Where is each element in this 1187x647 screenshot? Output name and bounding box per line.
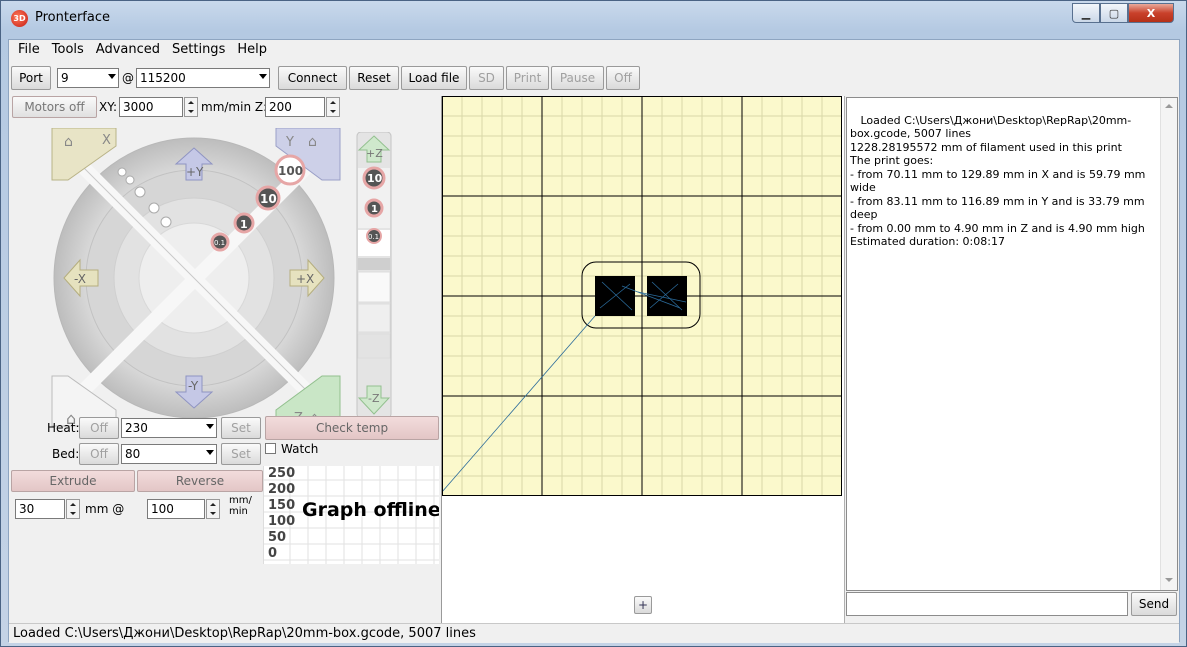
temp-graph: 250 200 150 100 50 0 Graph offline	[263, 466, 439, 564]
z-step-01-label: 0.1	[368, 233, 379, 241]
port-button[interactable]: Port	[11, 66, 51, 90]
graph-tick-50: 50	[268, 530, 287, 545]
z-jog-control[interactable]: +Z 10 1 0.1 -Z	[349, 132, 399, 420]
print-button[interactable]: Print	[506, 66, 549, 90]
graph-tick-100: 100	[268, 514, 296, 529]
connect-button[interactable]: Connect	[278, 66, 347, 90]
extrude-unit-top: mm/	[229, 495, 252, 506]
log-console[interactable]: Loaded C:\Users\Джони\Desktop\RepRap\20m…	[846, 97, 1178, 591]
extrude-unit-label: mm/min	[229, 495, 252, 517]
plate-panel: +	[441, 96, 845, 623]
xy-jog-control[interactable]: ⌂ X Y ⌂ ⌂ Z ⌂ +Y -Y -X +X 100 10 1 0.1	[44, 128, 349, 428]
graph-tick-0: 0	[268, 546, 278, 561]
send-button[interactable]: Send	[1131, 592, 1177, 616]
reset-button[interactable]: Reset	[349, 66, 399, 90]
home-icon: ⌂	[64, 134, 73, 150]
load-file-button[interactable]: Load file	[401, 66, 467, 90]
step-1-label: 1	[240, 218, 248, 231]
graph-offline-label: Graph offline	[302, 499, 439, 521]
minimize-button[interactable]: ▁	[1072, 3, 1100, 23]
minus-y-label: -Y	[188, 379, 199, 393]
title-bar[interactable]: 3D Pronterface ▁ ▢ X	[1, 1, 1186, 39]
reverse-button[interactable]: Reverse	[137, 470, 263, 492]
bed-off-button[interactable]: Off	[79, 443, 119, 465]
status-text: Loaded C:\Users\Джони\Desktop\RepRap\20m…	[13, 626, 476, 641]
maximize-button[interactable]: ▢	[1100, 3, 1128, 23]
bed-temp-select[interactable]: 80	[121, 444, 217, 464]
add-object-button[interactable]: +	[634, 596, 652, 614]
log-text: Loaded C:\Users\Джони\Desktop\RepRap\20m…	[850, 113, 1146, 249]
menu-settings[interactable]: Settings	[166, 40, 231, 61]
sd-button[interactable]: SD	[469, 66, 504, 90]
extrude-length-spinner[interactable]	[66, 499, 80, 519]
plus-x-label: +X	[296, 272, 314, 286]
home-x-label: X	[102, 133, 111, 148]
build-plate[interactable]	[442, 96, 842, 496]
minus-z-label: -Z	[368, 392, 380, 405]
plus-y-label: +Y	[186, 165, 204, 179]
command-input[interactable]	[846, 592, 1128, 616]
menu-advanced[interactable]: Advanced	[90, 40, 166, 61]
menu-bar: File Tools Advanced Settings Help	[9, 40, 1179, 61]
scroll-up-icon[interactable]	[1165, 104, 1173, 108]
heat-off-button[interactable]: Off	[79, 417, 119, 439]
extrude-speed-input[interactable]: 100	[147, 499, 220, 519]
z-step-10-label: 10	[367, 172, 383, 185]
motors-off-button[interactable]: Motors off	[12, 96, 97, 118]
z-feedrate-spinner[interactable]	[326, 97, 340, 117]
home-y-label: Y	[285, 135, 294, 150]
xy-feedrate-spinner[interactable]	[184, 97, 198, 117]
off-button[interactable]: Off	[606, 66, 640, 90]
client-area: File Tools Advanced Settings Help Port 9…	[8, 39, 1180, 643]
graph-tick-200: 200	[268, 482, 296, 497]
heat-temp-select[interactable]: 230	[121, 418, 217, 438]
graph-tick-150: 150	[268, 498, 296, 513]
xy-feed-label: XY:	[99, 100, 117, 114]
check-temp-button[interactable]: Check temp	[265, 416, 439, 440]
minus-x-label: -X	[74, 272, 86, 286]
menu-help[interactable]: Help	[231, 40, 273, 61]
extrude-speed-spinner[interactable]	[206, 499, 220, 519]
extrude-button[interactable]: Extrude	[11, 470, 135, 492]
scroll-down-icon[interactable]	[1165, 578, 1173, 582]
status-bar: Loaded C:\Users\Джони\Desktop\RepRap\20m…	[9, 623, 1179, 643]
watch-checkbox[interactable]	[265, 443, 276, 454]
baud-select[interactable]: 115200	[136, 68, 270, 88]
z-feedrate-input[interactable]: 200	[265, 97, 340, 117]
bed-label: Bed:	[52, 447, 80, 461]
menu-tools[interactable]: Tools	[46, 40, 90, 61]
pronterface-icon: 3D	[11, 10, 28, 27]
port-select[interactable]: 9	[57, 68, 119, 88]
extrude-length-input[interactable]: 30	[15, 499, 80, 519]
heat-set-button[interactable]: Set	[221, 417, 261, 439]
xy-feedrate-input[interactable]: 3000	[119, 97, 198, 117]
bed-set-button[interactable]: Set	[221, 443, 261, 465]
at-label: @	[122, 71, 134, 85]
heat-label: Heat:	[47, 421, 80, 435]
pause-button[interactable]: Pause	[551, 66, 604, 90]
step-100-label: 100	[278, 164, 303, 178]
z-step-1-label: 1	[371, 204, 378, 215]
main-window: 3D Pronterface ▁ ▢ X File Tools Advanced…	[0, 0, 1187, 647]
step-01-label: 0.1	[214, 239, 225, 247]
watch-label: Watch	[281, 442, 319, 456]
menu-file[interactable]: File	[12, 40, 46, 61]
home-icon: ⌂	[308, 134, 317, 150]
close-button[interactable]: X	[1128, 3, 1174, 23]
feed-unit-label: mm/min Z:	[201, 100, 268, 114]
connection-toolbar: Port 9 @ 115200 Connect Reset Load file …	[9, 65, 1179, 91]
step-10-label: 10	[260, 192, 277, 206]
graph-tick-250: 250	[268, 466, 296, 481]
mm-at-label: mm @	[85, 502, 125, 516]
plus-z-label: +Z	[366, 147, 383, 160]
extrude-unit-bottom: min	[229, 506, 248, 517]
log-scrollbar[interactable]	[1160, 98, 1177, 590]
window-title: Pronterface	[35, 10, 110, 25]
